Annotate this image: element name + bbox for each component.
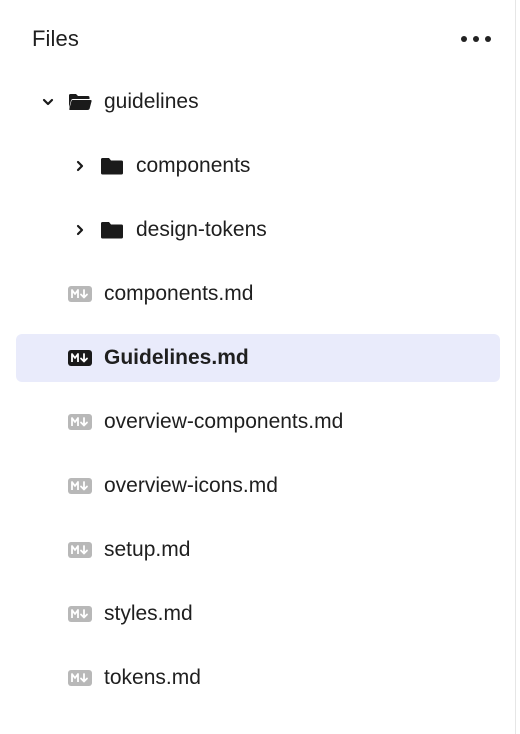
folder-icon bbox=[100, 156, 124, 176]
tree-item-file[interactable]: styles.md bbox=[16, 590, 500, 638]
markdown-file-icon bbox=[68, 542, 92, 558]
tree-item-file[interactable]: overview-components.md bbox=[16, 398, 500, 446]
tree-item-label: overview-icons.md bbox=[104, 474, 278, 497]
folder-icon bbox=[100, 220, 124, 240]
tree-item-label: overview-components.md bbox=[104, 410, 344, 433]
chevron-right-icon[interactable] bbox=[74, 224, 86, 236]
tree-item-file[interactable]: setup.md bbox=[16, 526, 500, 574]
tree-item-guidelines-folder[interactable]: guidelines bbox=[16, 78, 500, 126]
tree-item-design-tokens-folder[interactable]: design-tokens bbox=[16, 206, 500, 254]
markdown-file-icon bbox=[68, 414, 92, 430]
tree-item-components-folder[interactable]: components bbox=[16, 142, 500, 190]
tree-item-file-selected[interactable]: Guidelines.md bbox=[16, 334, 500, 382]
tree-item-label: guidelines bbox=[104, 90, 199, 113]
more-options-dot-icon bbox=[473, 36, 479, 42]
markdown-file-icon bbox=[68, 606, 92, 622]
chevron-right-icon[interactable] bbox=[74, 160, 86, 172]
folder-open-icon bbox=[68, 91, 92, 113]
tree-item-label: Guidelines.md bbox=[104, 346, 249, 369]
files-panel: Files guidelines components design-token… bbox=[0, 0, 516, 734]
files-header: Files bbox=[32, 22, 491, 56]
tree-item-file[interactable]: overview-icons.md bbox=[16, 462, 500, 510]
more-options-dot-icon bbox=[461, 36, 467, 42]
tree-item-file[interactable]: tokens.md bbox=[16, 654, 500, 702]
tree-item-file[interactable]: components.md bbox=[16, 270, 500, 318]
more-options-button[interactable] bbox=[455, 24, 491, 54]
tree-item-label: components.md bbox=[104, 282, 254, 305]
tree-item-label: setup.md bbox=[104, 538, 191, 561]
tree-item-label: design-tokens bbox=[136, 218, 267, 241]
panel-title: Files bbox=[32, 26, 79, 51]
tree-item-label: components bbox=[136, 154, 251, 177]
markdown-file-icon bbox=[68, 478, 92, 494]
more-options-dot-icon bbox=[485, 36, 491, 42]
file-tree: guidelines components design-tokens comp… bbox=[16, 78, 500, 718]
markdown-file-icon bbox=[68, 286, 92, 302]
markdown-file-icon bbox=[68, 670, 92, 686]
tree-item-label: styles.md bbox=[104, 602, 193, 625]
chevron-down-icon[interactable] bbox=[42, 96, 54, 108]
markdown-file-icon bbox=[68, 350, 92, 366]
tree-item-label: tokens.md bbox=[104, 666, 201, 689]
